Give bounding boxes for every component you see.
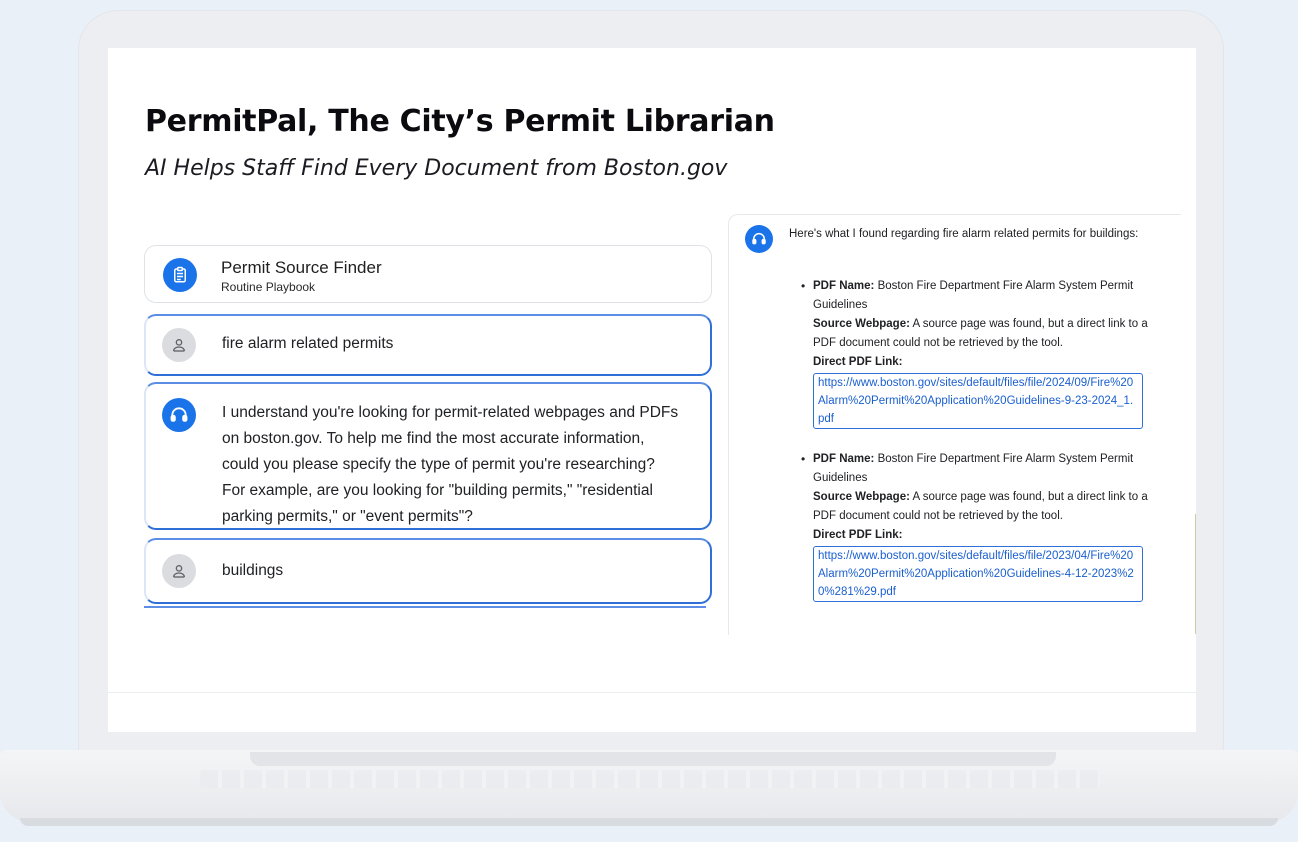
message-text: I understand you're looking for permit-r… [222,404,679,525]
source-webpage: Source Webpage: A source page was found,… [813,318,1148,349]
page-title: PermitPal, The City’s Permit Librarian [145,104,775,139]
laptop-screen: PermitPal, The City’s Permit Librarian A… [108,48,1196,732]
bullet: • [801,452,806,466]
headset-icon [745,225,773,253]
result-item: • PDF Name: Boston Fire Department Fire … [801,277,1169,429]
direct-pdf-link-label: Direct PDF Link: [813,529,903,541]
agent-name: Permit Source Finder [221,258,382,277]
pdf-link[interactable]: https://www.boston.gov/sites/default/fil… [813,373,1143,429]
person-icon [162,554,196,588]
laptop-shadow [20,818,1278,826]
bot-message: I understand you're looking for permit-r… [144,382,712,530]
pdf-name: PDF Name: Boston Fire Department Fire Al… [813,280,1134,311]
message-text: fire alarm related permits [222,335,394,352]
result-item: • PDF Name: Boston Fire Department Fire … [801,450,1169,602]
pdf-link[interactable]: https://www.boston.gov/sites/default/fil… [813,546,1143,602]
response-intro: Here's what I found regarding fire alarm… [789,228,1139,240]
headset-icon [162,398,196,432]
user-message: fire alarm related permits [144,314,712,376]
agent-subtitle: Routine Playbook [221,280,316,294]
laptop-keyboard [200,770,1100,788]
divider [108,692,1196,693]
message-text: buildings [222,562,284,579]
person-icon [162,328,196,362]
pdf-name: PDF Name: Boston Fire Department Fire Al… [813,453,1134,484]
page-subtitle: AI Helps Staff Find Every Document from … [145,156,728,181]
user-message: buildings [144,538,712,604]
source-webpage: Source Webpage: A source page was found,… [813,491,1148,522]
laptop-hinge [250,752,1056,766]
clipboard-icon [163,258,197,292]
next-message-edge [144,606,706,610]
panel-edge [1195,514,1196,634]
bullet: • [801,279,806,293]
agent-header-card[interactable]: Permit Source Finder Routine Playbook [144,245,712,303]
response-panel: Here's what I found regarding fire alarm… [728,214,1181,635]
direct-pdf-link-label: Direct PDF Link: [813,356,903,368]
